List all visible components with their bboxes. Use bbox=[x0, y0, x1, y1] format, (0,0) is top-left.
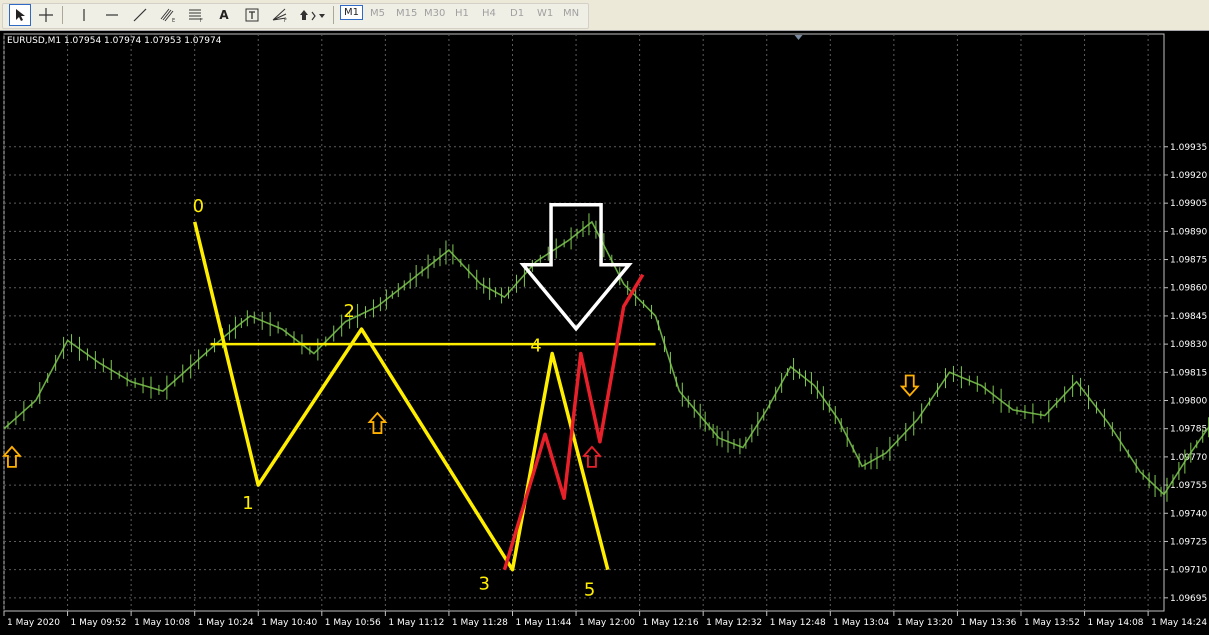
vertical-line-icon[interactable] bbox=[73, 4, 95, 26]
cursor-arrow-icon[interactable] bbox=[9, 4, 31, 26]
timeframe-h1[interactable]: H1 bbox=[455, 8, 469, 19]
y-tick-label: 1.09755 bbox=[1170, 481, 1207, 491]
x-tick-label: 1 May 09:52 bbox=[71, 618, 127, 628]
x-tick-label: 1 May 11:28 bbox=[452, 618, 508, 628]
x-tick-label: 1 May 13:36 bbox=[960, 618, 1016, 628]
x-tick-label: 1 May 12:00 bbox=[579, 618, 635, 628]
y-tick-label: 1.09725 bbox=[1170, 537, 1207, 547]
x-tick-label: 1 May 12:48 bbox=[770, 618, 826, 628]
x-tick-label: 1 May 14:08 bbox=[1088, 618, 1144, 628]
y-tick-label: 1.09905 bbox=[1170, 199, 1207, 209]
horizontal-line-icon[interactable] bbox=[101, 4, 123, 26]
y-tick-label: 1.09695 bbox=[1170, 594, 1207, 604]
plot-frame bbox=[3, 33, 1165, 612]
svg-text:F: F bbox=[284, 18, 287, 23]
timeframe-m30[interactable]: M30 bbox=[424, 8, 445, 19]
y-tick-label: 1.09875 bbox=[1170, 256, 1207, 266]
y-tick-label: 1.09860 bbox=[1170, 284, 1207, 294]
trendline-icon[interactable] bbox=[129, 4, 151, 26]
text-label-icon[interactable] bbox=[241, 4, 263, 26]
timeframe-d1[interactable]: D1 bbox=[510, 8, 524, 19]
wave-point-label: 0 bbox=[193, 196, 204, 217]
buy-arrow-icon bbox=[367, 411, 388, 434]
red-signal-line bbox=[502, 273, 645, 571]
x-tick-label: 1 May 10:24 bbox=[198, 618, 254, 628]
y-tick-label: 1.09785 bbox=[1170, 425, 1207, 435]
y-tick-label: 1.09845 bbox=[1170, 312, 1207, 322]
wave-point-label: 1 bbox=[242, 493, 253, 514]
wave-point-label: 5 bbox=[584, 580, 595, 601]
y-tick-label: 1.09800 bbox=[1170, 396, 1207, 406]
price-chart[interactable]: 1.09935 1.09920 1.09905 1.09890 1.09875 1.098… bbox=[0, 31, 1209, 635]
channel-icon[interactable]: E bbox=[157, 4, 179, 26]
fibonacci-icon[interactable]: F bbox=[185, 4, 207, 26]
x-tick-label: 1 May 12:32 bbox=[706, 618, 762, 628]
svg-text:E: E bbox=[172, 18, 175, 23]
sell-signal-arrow-icon bbox=[899, 374, 920, 397]
y-tick-label: 1.09815 bbox=[1170, 368, 1207, 378]
y-tick-label: 1.09935 bbox=[1170, 143, 1207, 153]
x-tick-label: 1 May 13:20 bbox=[897, 618, 953, 628]
x-tick-label: 1 May 12:16 bbox=[643, 618, 699, 628]
crosshair-icon[interactable] bbox=[35, 4, 57, 26]
buy-arrow-icon bbox=[581, 445, 602, 468]
timeframe-m5[interactable]: M5 bbox=[370, 8, 385, 19]
arrows-dropdown-icon[interactable] bbox=[298, 4, 328, 26]
wave-point-label: 4 bbox=[530, 336, 541, 357]
timeframe-mn[interactable]: MN bbox=[563, 8, 579, 19]
price-line bbox=[3, 220, 1209, 496]
y-tick-label: 1.09890 bbox=[1170, 227, 1207, 237]
fibo-fan-icon[interactable]: F bbox=[269, 4, 291, 26]
shift-marker-icon bbox=[794, 35, 803, 40]
y-tick-label: 1.09710 bbox=[1170, 566, 1207, 576]
x-tick-label: 1 May 14:24 bbox=[1151, 618, 1207, 628]
y-tick-label: 1.09740 bbox=[1170, 509, 1207, 519]
x-tick-label: 1 May 13:52 bbox=[1024, 618, 1080, 628]
timeframe-w1[interactable]: W1 bbox=[537, 8, 553, 19]
wave-pattern-line bbox=[192, 221, 610, 572]
y-tick-label: 1.09830 bbox=[1170, 340, 1207, 350]
svg-text:F: F bbox=[200, 18, 203, 23]
x-tick-label: 1 May 10:08 bbox=[134, 618, 190, 628]
x-tick-label: 1 May 13:04 bbox=[833, 618, 889, 628]
x-tick-label: 1 May 10:40 bbox=[261, 618, 317, 628]
wave-point-label: 3 bbox=[478, 574, 489, 595]
timeframe-m1[interactable]: M1 bbox=[340, 5, 363, 20]
chart-title: EURUSD,M1 1.07954 1.07974 1.07953 1.0797… bbox=[7, 36, 222, 46]
x-tick-label: 1 May 11:12 bbox=[388, 618, 444, 628]
x-tick-label: 1 May 10:56 bbox=[325, 618, 381, 628]
x-tick-label: 1 May 2020 bbox=[7, 618, 60, 628]
x-tick-label: 1 May 11:44 bbox=[515, 618, 571, 628]
timeframe-h4[interactable]: H4 bbox=[482, 8, 496, 19]
wave-point-label: 2 bbox=[344, 301, 355, 322]
timeframe-m15[interactable]: M15 bbox=[396, 8, 417, 19]
buy-arrow-icon bbox=[1, 445, 22, 468]
y-tick-label: 1.09920 bbox=[1170, 171, 1207, 181]
text-icon[interactable]: A bbox=[213, 4, 235, 26]
chart-toolbar: E F A F M1 M5 M15 M30 H1 H4 D1 W1 MN bbox=[0, 0, 1209, 31]
